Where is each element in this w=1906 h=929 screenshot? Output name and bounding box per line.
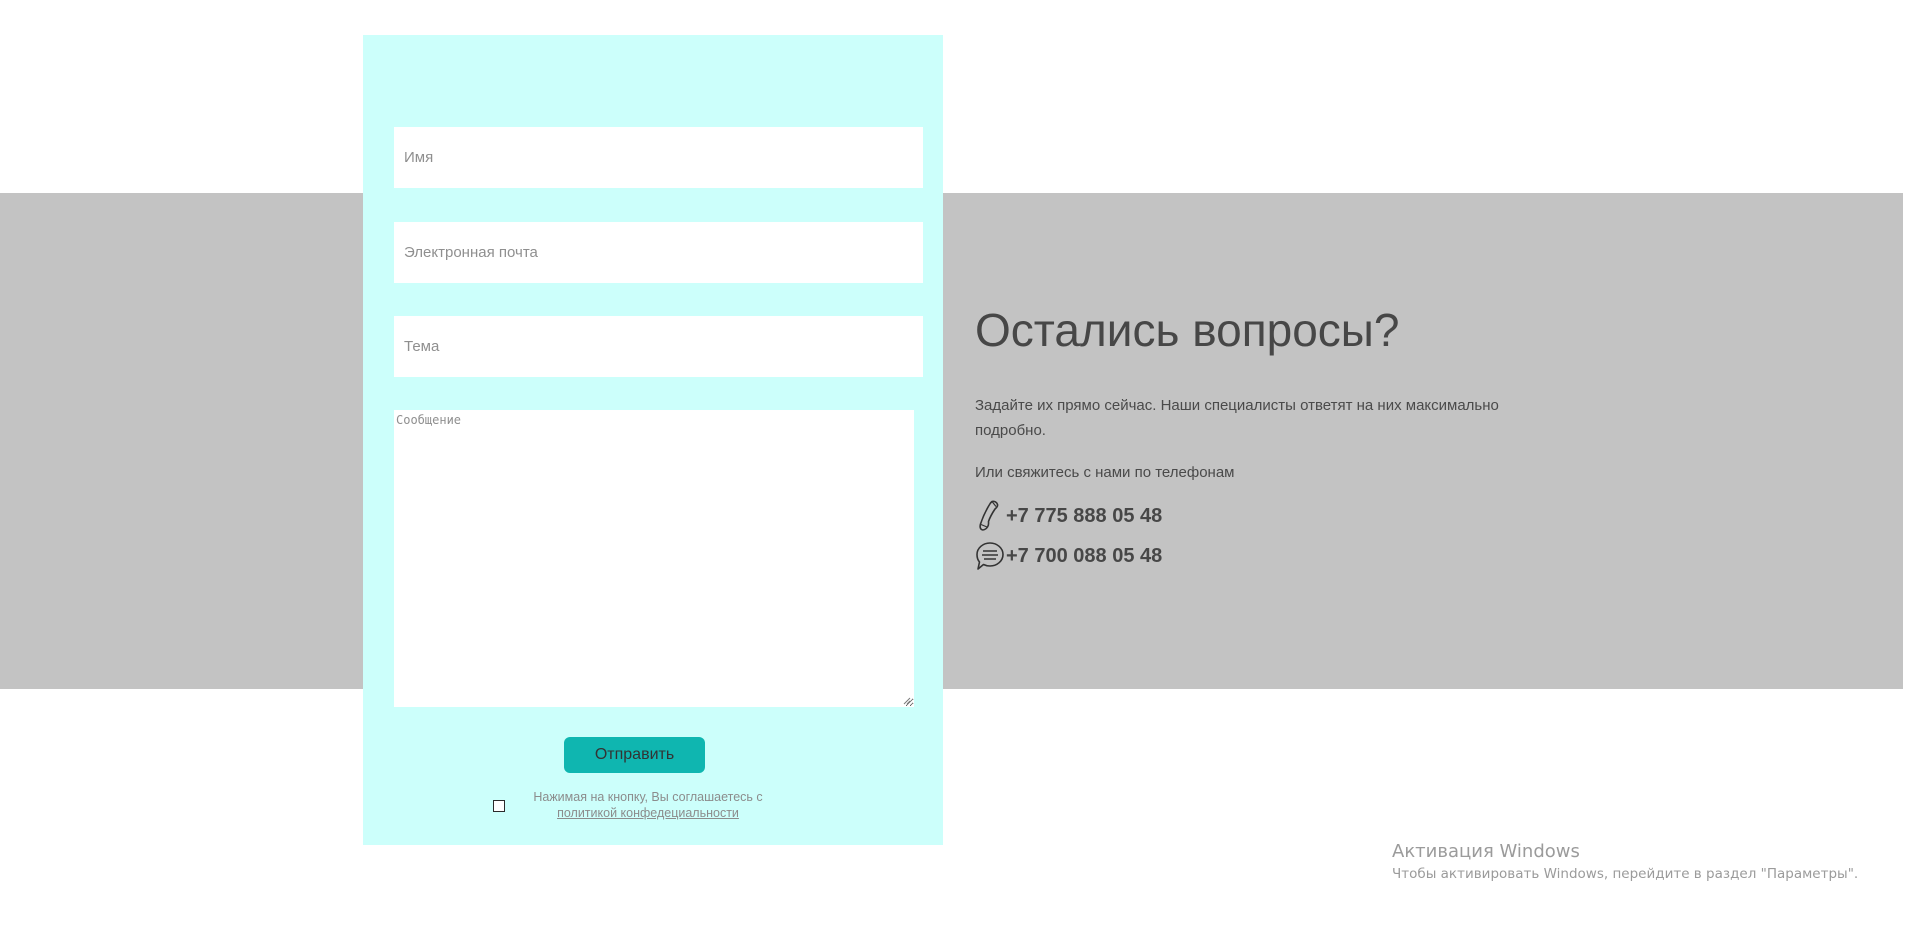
email-input[interactable]: [394, 222, 923, 283]
phone-link-1[interactable]: +7 775 888 05 48: [975, 500, 1162, 532]
page: Отправить Нажимая на кнопку, Вы соглашае…: [0, 0, 1906, 929]
watermark-title: Активация Windows: [1392, 841, 1580, 862]
contact-form: Отправить Нажимая на кнопку, Вы соглашае…: [363, 35, 943, 845]
message-textarea[interactable]: [394, 410, 914, 707]
call-prompt: Или свяжитесь с нами по телефонам: [975, 464, 1235, 481]
consent-checkbox[interactable]: [493, 800, 505, 812]
watermark-subtitle: Чтобы активировать Windows, перейдите в …: [1392, 866, 1859, 882]
contact-heading: Остались вопросы?: [975, 304, 1400, 356]
submit-button[interactable]: Отправить: [564, 737, 705, 773]
chat-bubble-icon: [976, 542, 1004, 570]
contact-info: Остались вопросы? Задайте их прямо сейча…: [975, 300, 1535, 570]
contact-band-background: [0, 193, 1903, 689]
phone-number: +7 775 888 05 48: [1006, 504, 1163, 527]
subject-input[interactable]: [394, 316, 923, 377]
consent-notice: Нажимая на кнопку, Вы соглашаетесь с пол…: [518, 789, 778, 821]
phone-handset-icon: [979, 500, 999, 531]
name-input[interactable]: [394, 127, 923, 188]
consent-text: Нажимая на кнопку, Вы соглашаетесь с: [533, 790, 763, 804]
phone-link-2[interactable]: +7 700 088 05 48: [975, 540, 1162, 572]
windows-activation-watermark: Активация Windows Чтобы активировать Win…: [1392, 840, 1858, 884]
phone-number: +7 700 088 05 48: [1006, 544, 1163, 567]
privacy-policy-link[interactable]: политикой конфедециальности: [557, 806, 739, 820]
contact-description: Задайте их прямо сейчас. Наши специалист…: [975, 397, 1499, 439]
